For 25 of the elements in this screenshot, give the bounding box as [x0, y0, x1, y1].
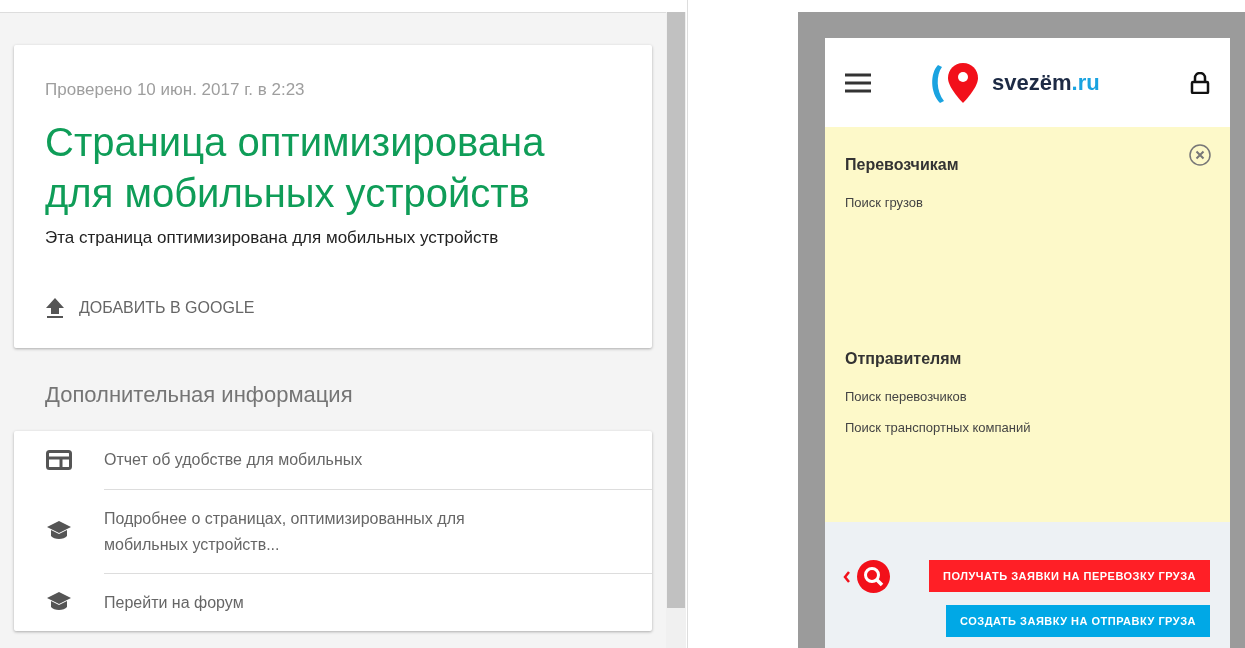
- lock-icon[interactable]: [1190, 71, 1210, 94]
- section-heading: Дополнительная информация: [45, 381, 354, 409]
- menu-section-title: Отправителям: [845, 348, 962, 369]
- menu-link[interactable]: Поиск грузов: [845, 193, 923, 213]
- action-button[interactable]: ПОЛУЧАТЬ ЗАЯВКИ НА ПЕРЕВОЗКУ ГРУЗА: [929, 560, 1210, 592]
- info-link[interactable]: Подробнее о страницах, оптимизированных для мобильных устройств...: [104, 505, 552, 558]
- info-link[interactable]: Отчет об удобстве для мобильных: [104, 447, 363, 473]
- site-logo: svezëm.ru: [992, 69, 1100, 97]
- info-link[interactable]: Перейти на форум: [104, 589, 244, 616]
- result-description: Эта страница оптимизирована для мобильных устройств: [45, 226, 500, 249]
- result-title: Страница оптимизирована для мобильных устройств: [45, 118, 546, 217]
- scrollbar-thumb[interactable]: [667, 12, 685, 608]
- chevron-left-icon[interactable]: [843, 570, 851, 583]
- menu-icon[interactable]: [845, 72, 871, 93]
- menu-link[interactable]: Поиск транспортных компаний: [845, 418, 1031, 438]
- graduation-cap-icon: [46, 591, 72, 613]
- graduation-cap-icon: [46, 520, 72, 542]
- add-to-google-button[interactable]: ДОБАВИТЬ В GOOGLE: [45, 296, 255, 320]
- menu-section-title: Перевозчикам: [845, 155, 959, 175]
- menu-link[interactable]: Поиск перевозчиков: [845, 386, 967, 406]
- close-icon[interactable]: [1188, 143, 1212, 167]
- search-icon[interactable]: [857, 560, 890, 593]
- upload-icon: [45, 297, 65, 319]
- checked-date: Проверено 10 июн. 2017 г. в 2:23: [45, 79, 306, 101]
- layout-icon: [46, 450, 72, 470]
